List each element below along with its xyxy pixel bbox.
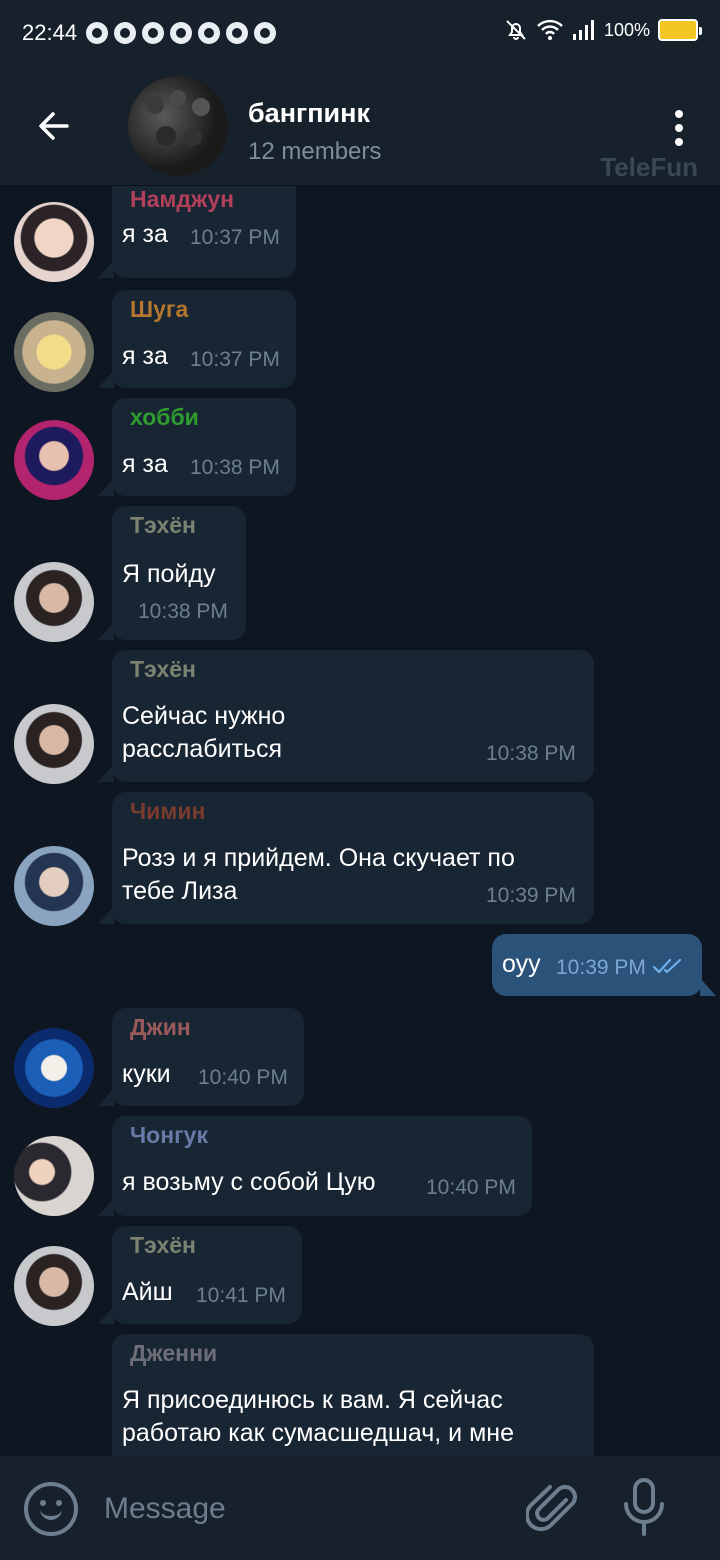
message-composer [0, 1456, 720, 1560]
message-item: Тэхён Я пойду 10:38 PM [0, 506, 720, 642]
more-options-button[interactable] [664, 106, 694, 150]
double-check-icon [652, 958, 682, 974]
chrome-icon [198, 22, 220, 44]
messenger-icon [86, 22, 108, 44]
message-item: Тэхён Сейчас нужно расслабиться 10:38 PM [0, 650, 720, 784]
message-text: я возьму с собой Цую [122, 1168, 376, 1196]
message-bubble[interactable]: Тэхён Я пойду 10:38 PM [98, 506, 246, 640]
message-text: Розэ и я прийдем. Она скучает по тебе Ли… [122, 844, 515, 905]
message-item: Тэхён Айш 10:41 PM [0, 1226, 720, 1326]
chrome-icon [254, 22, 276, 44]
sender-avatar[interactable] [14, 1028, 94, 1108]
message-time: 10:38 PM [190, 456, 280, 479]
message-time: 10:40 PM [198, 1066, 288, 1089]
sender-name[interactable]: Тэхён [130, 512, 196, 539]
message-text: я за [122, 342, 168, 370]
message-text: куки [122, 1060, 171, 1088]
message-item: Намджун я за 10:37 PM [0, 186, 720, 282]
message-time: 10:39 PM [556, 956, 646, 979]
message-item: оуу 10:39 PM [0, 934, 720, 998]
message-text: Я присоединюсь к вам. Я сейчас работаю к… [122, 1386, 514, 1447]
sender-name[interactable]: Дженни [130, 1340, 217, 1367]
message-time: 10:38 PM [486, 742, 576, 765]
sender-name[interactable]: Джин [130, 1014, 191, 1041]
sender-name[interactable]: Тэхён [130, 656, 196, 683]
battery-charging-icon [658, 19, 702, 41]
battery-percent: 100% [603, 19, 650, 40]
member-count: 12 members [248, 138, 382, 165]
status-bar: 22:44 100% [0, 0, 720, 66]
message-time: 10:38 PM [138, 600, 228, 623]
sender-name[interactable]: Намджун [130, 186, 234, 213]
sender-avatar[interactable] [14, 704, 94, 784]
message-bubble[interactable]: Чонгук я возьму с собой Цую 10:40 PM [98, 1116, 532, 1216]
message-item: Шуга я за 10:37 PM [0, 290, 720, 392]
message-time: 10:37 PM [190, 226, 280, 249]
chrome-icon [142, 22, 164, 44]
sender-name[interactable]: Чонгук [130, 1122, 208, 1149]
signal-icon [572, 20, 594, 40]
message-item: Чонгук я возьму с собой Цую 10:40 PM [0, 1116, 720, 1216]
sender-avatar[interactable] [14, 202, 94, 282]
message-bubble[interactable]: Чимин Розэ и я прийдем. Она скучает по т… [98, 792, 594, 924]
sender-avatar[interactable] [14, 1246, 94, 1326]
chat-header: бангпинк 12 members TeleFun [0, 66, 720, 186]
message-text: Сейчас нужно расслабиться [122, 702, 286, 763]
message-time: 10:41 PM [196, 1284, 286, 1307]
message-list[interactable]: Намджун я за 10:37 PM Шуга я за 10:37 PM… [0, 186, 720, 1456]
sender-name[interactable]: Тэхён [130, 1232, 196, 1259]
message-item: Дженни Я присоединюсь к вам. Я сейчас ра… [0, 1334, 720, 1456]
message-bubble[interactable]: хобби я за 10:38 PM [98, 398, 296, 496]
attach-button[interactable] [524, 1480, 582, 1536]
status-indicators: 100% [504, 18, 702, 42]
microphone-icon [624, 1478, 664, 1536]
group-title[interactable]: бангпинк [248, 98, 370, 129]
sender-avatar[interactable] [14, 562, 94, 642]
emoji-button[interactable] [24, 1482, 78, 1536]
message-bubble[interactable]: Джин куки 10:40 PM [98, 1008, 304, 1106]
message-input[interactable] [104, 1486, 484, 1532]
message-text: Я пойду [122, 560, 216, 588]
message-text: Айш [122, 1278, 173, 1306]
status-time: 22:44 [22, 20, 78, 45]
sender-name[interactable]: хобби [130, 404, 199, 431]
watermark: TeleFun [600, 152, 698, 182]
message-item: хобби я за 10:38 PM [0, 398, 720, 500]
back-button[interactable] [30, 102, 78, 150]
message-text: я за [122, 220, 168, 248]
wifi-icon [537, 19, 563, 40]
message-bubble[interactable]: Намджун я за 10:37 PM [98, 186, 296, 278]
group-avatar[interactable] [128, 76, 228, 176]
message-bubble[interactable]: Тэхён Айш 10:41 PM [98, 1226, 302, 1324]
message-time: 10:40 PM [426, 1176, 516, 1199]
message-item: Чимин Розэ и я прийдем. Она скучает по т… [0, 792, 720, 926]
sender-name[interactable]: Чимин [130, 798, 205, 825]
sender-avatar[interactable] [14, 420, 94, 500]
message-bubble[interactable]: Тэхён Сейчас нужно расслабиться 10:38 PM [98, 650, 594, 782]
sender-avatar[interactable] [14, 312, 94, 392]
emoji-icon [40, 1500, 46, 1506]
message-text: я за [122, 450, 168, 478]
message-text: оуу [502, 950, 541, 978]
message-bubble[interactable]: оуу 10:39 PM [492, 934, 716, 996]
message-item: Джин куки 10:40 PM [0, 1008, 720, 1108]
arrow-left-icon [39, 112, 69, 140]
chrome-icon [114, 22, 136, 44]
message-bubble[interactable]: Шуга я за 10:37 PM [98, 290, 296, 388]
sender-name[interactable]: Шуга [130, 296, 188, 323]
message-time: 10:39 PM [486, 884, 576, 907]
message-bubble[interactable]: Дженни Я присоединюсь к вам. Я сейчас ра… [112, 1334, 594, 1456]
sender-avatar[interactable] [14, 1136, 94, 1216]
chrome-icon [170, 22, 192, 44]
mic-button[interactable] [616, 1476, 672, 1540]
more-vertical-icon [675, 110, 683, 118]
notification-icons [86, 22, 276, 44]
chrome-icon [226, 22, 248, 44]
message-time: 10:37 PM [190, 348, 280, 371]
bell-off-icon [506, 20, 526, 40]
sender-avatar[interactable] [14, 846, 94, 926]
paperclip-icon [524, 1485, 577, 1532]
